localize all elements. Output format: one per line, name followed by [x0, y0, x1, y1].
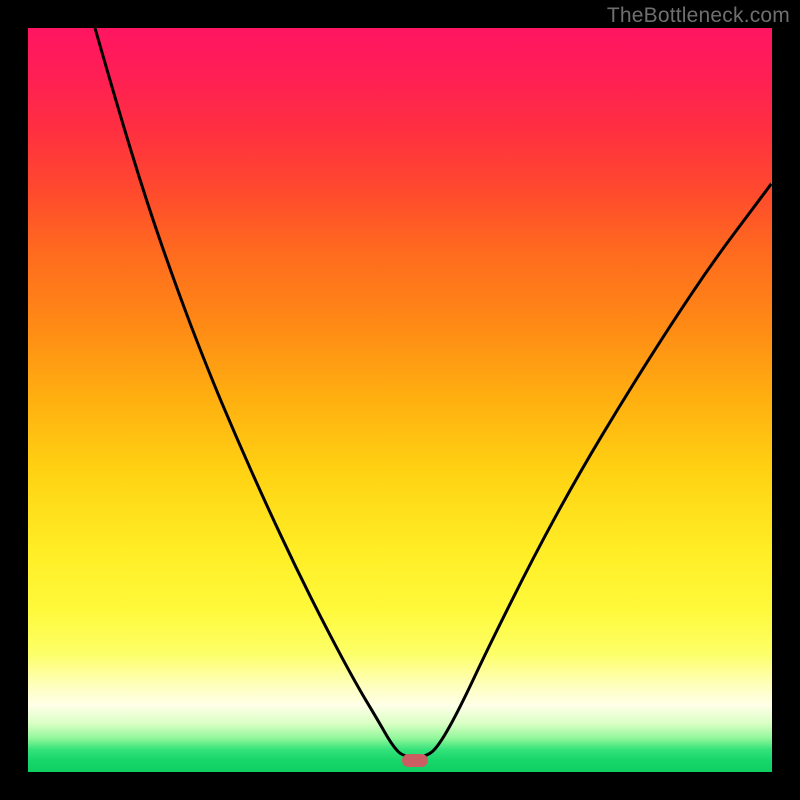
curve-path [95, 28, 772, 757]
bottleneck-marker [402, 754, 428, 767]
watermark-text: TheBottleneck.com [607, 4, 790, 28]
chart-frame: TheBottleneck.com [0, 0, 800, 800]
plot-area [28, 28, 772, 772]
bottleneck-curve [28, 28, 772, 772]
